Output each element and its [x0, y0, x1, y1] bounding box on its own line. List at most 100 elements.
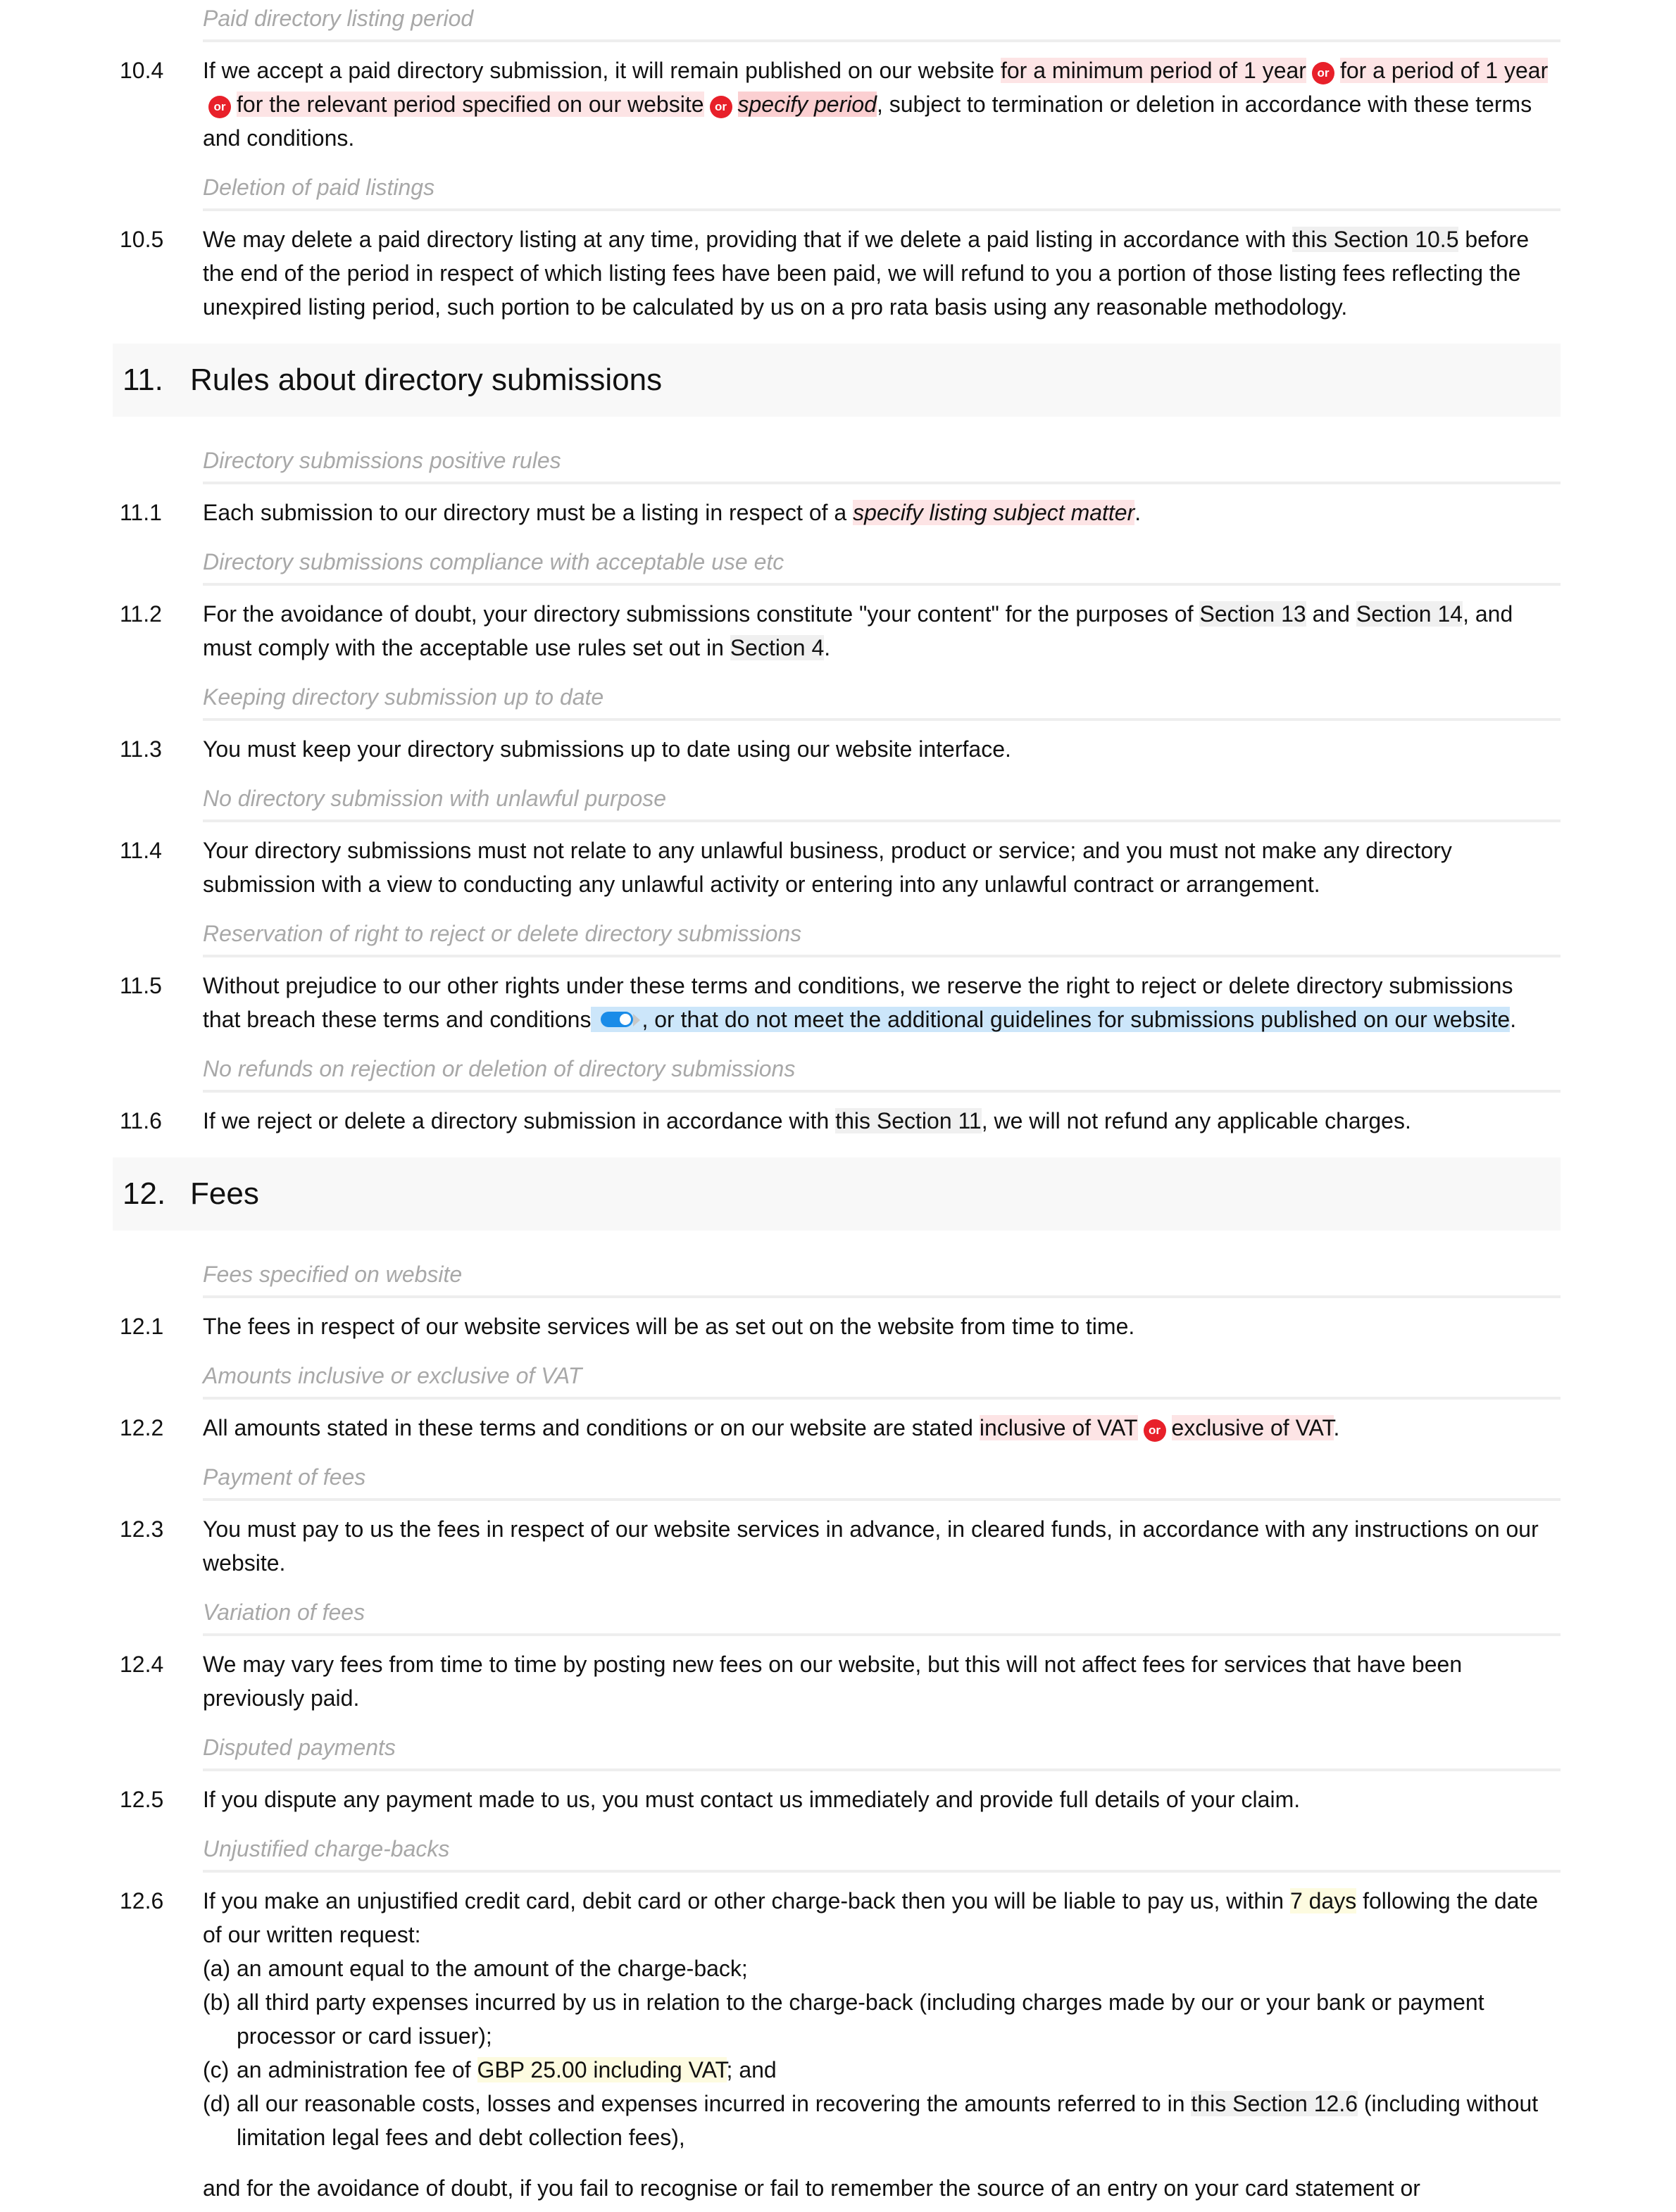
option-min-period[interactable]: for a minimum period of 1 year: [1000, 58, 1306, 83]
clause-subheading: Disputed payments: [203, 1729, 1561, 1771]
clause-number: 10.5: [120, 227, 164, 252]
optional-text-toggle[interactable]: [601, 1012, 634, 1027]
text: For the avoidance of doubt, your directo…: [203, 601, 1200, 627]
clause-subheading: Deletion of paid listings: [203, 169, 1561, 211]
clause-number: 11.1: [120, 500, 162, 525]
text: and: [1306, 601, 1356, 627]
clause-subheading: No refunds on rejection or deletion of d…: [203, 1050, 1561, 1093]
clause-11-3: 11.3 You must keep your directory submis…: [113, 732, 1561, 766]
clause-10-4: 10.4 If we accept a paid directory submi…: [113, 54, 1561, 155]
clause-11-1: 11.1 Each submission to our directory mu…: [113, 496, 1561, 529]
cross-reference-link[interactable]: Section 4: [730, 635, 825, 660]
section-title: Rules about directory submissions: [190, 363, 663, 397]
clause-number: 12.4: [120, 1652, 164, 1677]
clause-subheading: Paid directory listing period: [203, 0, 1561, 42]
section-title: Fees: [190, 1176, 259, 1211]
clause-text: If we reject or delete a directory submi…: [203, 1104, 1561, 1138]
optional-text-block: , or that do not meet the additional gui…: [591, 1007, 1511, 1032]
document: Paid directory listing period 10.4 If we…: [113, 0, 1561, 2205]
clause-text: You must keep your directory submissions…: [203, 736, 1011, 762]
clause-number: 12.2: [120, 1415, 164, 1440]
text: .: [824, 635, 831, 660]
text: .: [1510, 1007, 1517, 1032]
section-heading-11: 11. Rules about directory submissions: [113, 344, 1561, 417]
list-item: (c) an administration fee of GBP 25.00 in…: [203, 2053, 1555, 2087]
option-inclusive-vat[interactable]: inclusive of VAT: [979, 1415, 1138, 1440]
clause-text: We may delete a paid directory listing a…: [203, 222, 1561, 324]
clause-subheading: Reservation of right to reject or delete…: [203, 915, 1561, 957]
clause-subheading: Directory submissions compliance with ac…: [203, 543, 1561, 586]
clause-subheading: Fees specified on website: [203, 1256, 1561, 1298]
clause-text: Your directory submissions must not rela…: [203, 838, 1452, 897]
text: .: [1333, 1415, 1340, 1440]
text: If we accept a paid directory submission…: [203, 58, 1001, 83]
clause-text: The fees in respect of our website servi…: [203, 1314, 1135, 1339]
cross-reference-link[interactable]: this Section 12.6: [1191, 2091, 1358, 2116]
clause-subheading: Payment of fees: [203, 1459, 1561, 1501]
clause-12-1: 12.1 The fees in respect of our website …: [113, 1309, 1561, 1343]
clause-number: 11.4: [120, 838, 162, 863]
clause-text: If you make an unjustified credit card, …: [203, 1884, 1561, 2154]
clause-subheading: Amounts inclusive or exclusive of VAT: [203, 1357, 1561, 1400]
option-specify-subject-matter[interactable]: specify listing subject matter: [853, 500, 1135, 525]
cross-reference-link[interactable]: Section 14: [1356, 601, 1463, 627]
or-badge-icon[interactable]: or: [709, 96, 732, 118]
text: Each submission to our directory must be…: [203, 500, 853, 525]
option-period-1-year[interactable]: for a period of 1 year: [1339, 58, 1549, 83]
clause-text: You must pay to us the fees in respect o…: [203, 1516, 1539, 1576]
sub-list: (a) an amount equal to the amount of the …: [203, 1952, 1555, 2154]
option-relevant-period[interactable]: for the relevant period specified on our…: [237, 92, 704, 117]
text: If we reject or delete a directory submi…: [203, 1108, 836, 1133]
list-label: (b): [203, 1990, 231, 2015]
clause-number: 11.2: [120, 601, 162, 627]
toggle-knob: [620, 1014, 632, 1025]
list-item: (d) all our reasonable costs, losses and …: [203, 2087, 1555, 2154]
clause-number: 12.3: [120, 1516, 164, 1542]
text: .: [1134, 500, 1142, 525]
list-text: an amount equal to the amount of the cha…: [237, 1956, 748, 1981]
list-item: (b) all third party expenses incurred by …: [203, 1985, 1555, 2053]
text: all our reasonable costs, losses and exp…: [237, 2091, 1192, 2116]
text: an administration fee of: [237, 2057, 477, 2082]
clause-number: 11.3: [120, 736, 162, 762]
list-text: an administration fee of GBP 25.00 inclu…: [237, 2053, 777, 2087]
clause-number: 11.6: [120, 1108, 162, 1133]
clause-subheading: Variation of fees: [203, 1594, 1561, 1636]
cross-reference-link[interactable]: Section 13: [1199, 601, 1306, 627]
clause-subheading: Directory submissions positive rules: [203, 442, 1561, 484]
clause-11-6: 11.6 If we reject or delete a directory …: [113, 1104, 1561, 1138]
text: We may delete a paid directory listing a…: [203, 227, 1292, 252]
or-badge-icon[interactable]: or: [208, 96, 231, 118]
list-label: (a): [203, 1956, 231, 1981]
clause-number: 10.4: [120, 58, 164, 83]
variable-admin-fee[interactable]: GBP 25.00 including VAT: [477, 2057, 727, 2082]
clause-text: If you dispute any payment made to us, y…: [203, 1787, 1301, 1812]
clause-subheading: No directory submission with unlawful pu…: [203, 780, 1561, 822]
list-item: (a) an amount equal to the amount of the …: [203, 1952, 1555, 1985]
clause-12-3: 12.3 You must pay to us the fees in resp…: [113, 1512, 1561, 1580]
clause-number: 11.5: [120, 973, 162, 998]
section-number: 11.: [123, 363, 163, 397]
expand-arrow-icon[interactable]: [633, 1014, 641, 1026]
variable-days[interactable]: 7 days: [1289, 1888, 1357, 1913]
clause-11-5: 11.5 Without prejudice to our other righ…: [113, 969, 1561, 1036]
clause-12-2: 12.2 All amounts stated in these terms a…: [113, 1411, 1561, 1445]
clause-subheading: Unjustified charge-backs: [203, 1830, 1561, 1873]
cross-reference-link[interactable]: this Section 11: [835, 1108, 982, 1133]
clause-subheading: Keeping directory submission up to date: [203, 679, 1561, 721]
clause-text: If we accept a paid directory submission…: [203, 54, 1561, 155]
clause-12-6: 12.6 If you make an unjustified credit c…: [113, 1884, 1561, 2154]
option-specify-period[interactable]: specify period: [737, 92, 877, 117]
optional-text: , or that do not meet the additional gui…: [642, 1007, 1511, 1032]
or-badge-icon[interactable]: or: [1143, 1419, 1166, 1442]
cross-reference-link[interactable]: this Section 10.5: [1292, 227, 1459, 252]
or-badge-icon[interactable]: or: [1311, 62, 1334, 84]
clause-number: 12.1: [120, 1314, 164, 1339]
list-label: (d): [203, 2091, 231, 2116]
list-label: (c): [203, 2057, 230, 2082]
clause-text: We may vary fees from time to time by po…: [203, 1652, 1463, 1711]
text: If you make an unjustified credit card, …: [203, 1888, 1290, 1913]
clause-10-5: 10.5 We may delete a paid directory list…: [113, 222, 1561, 324]
clause-number: 12.6: [120, 1888, 164, 1913]
option-exclusive-vat[interactable]: exclusive of VAT: [1171, 1415, 1334, 1440]
